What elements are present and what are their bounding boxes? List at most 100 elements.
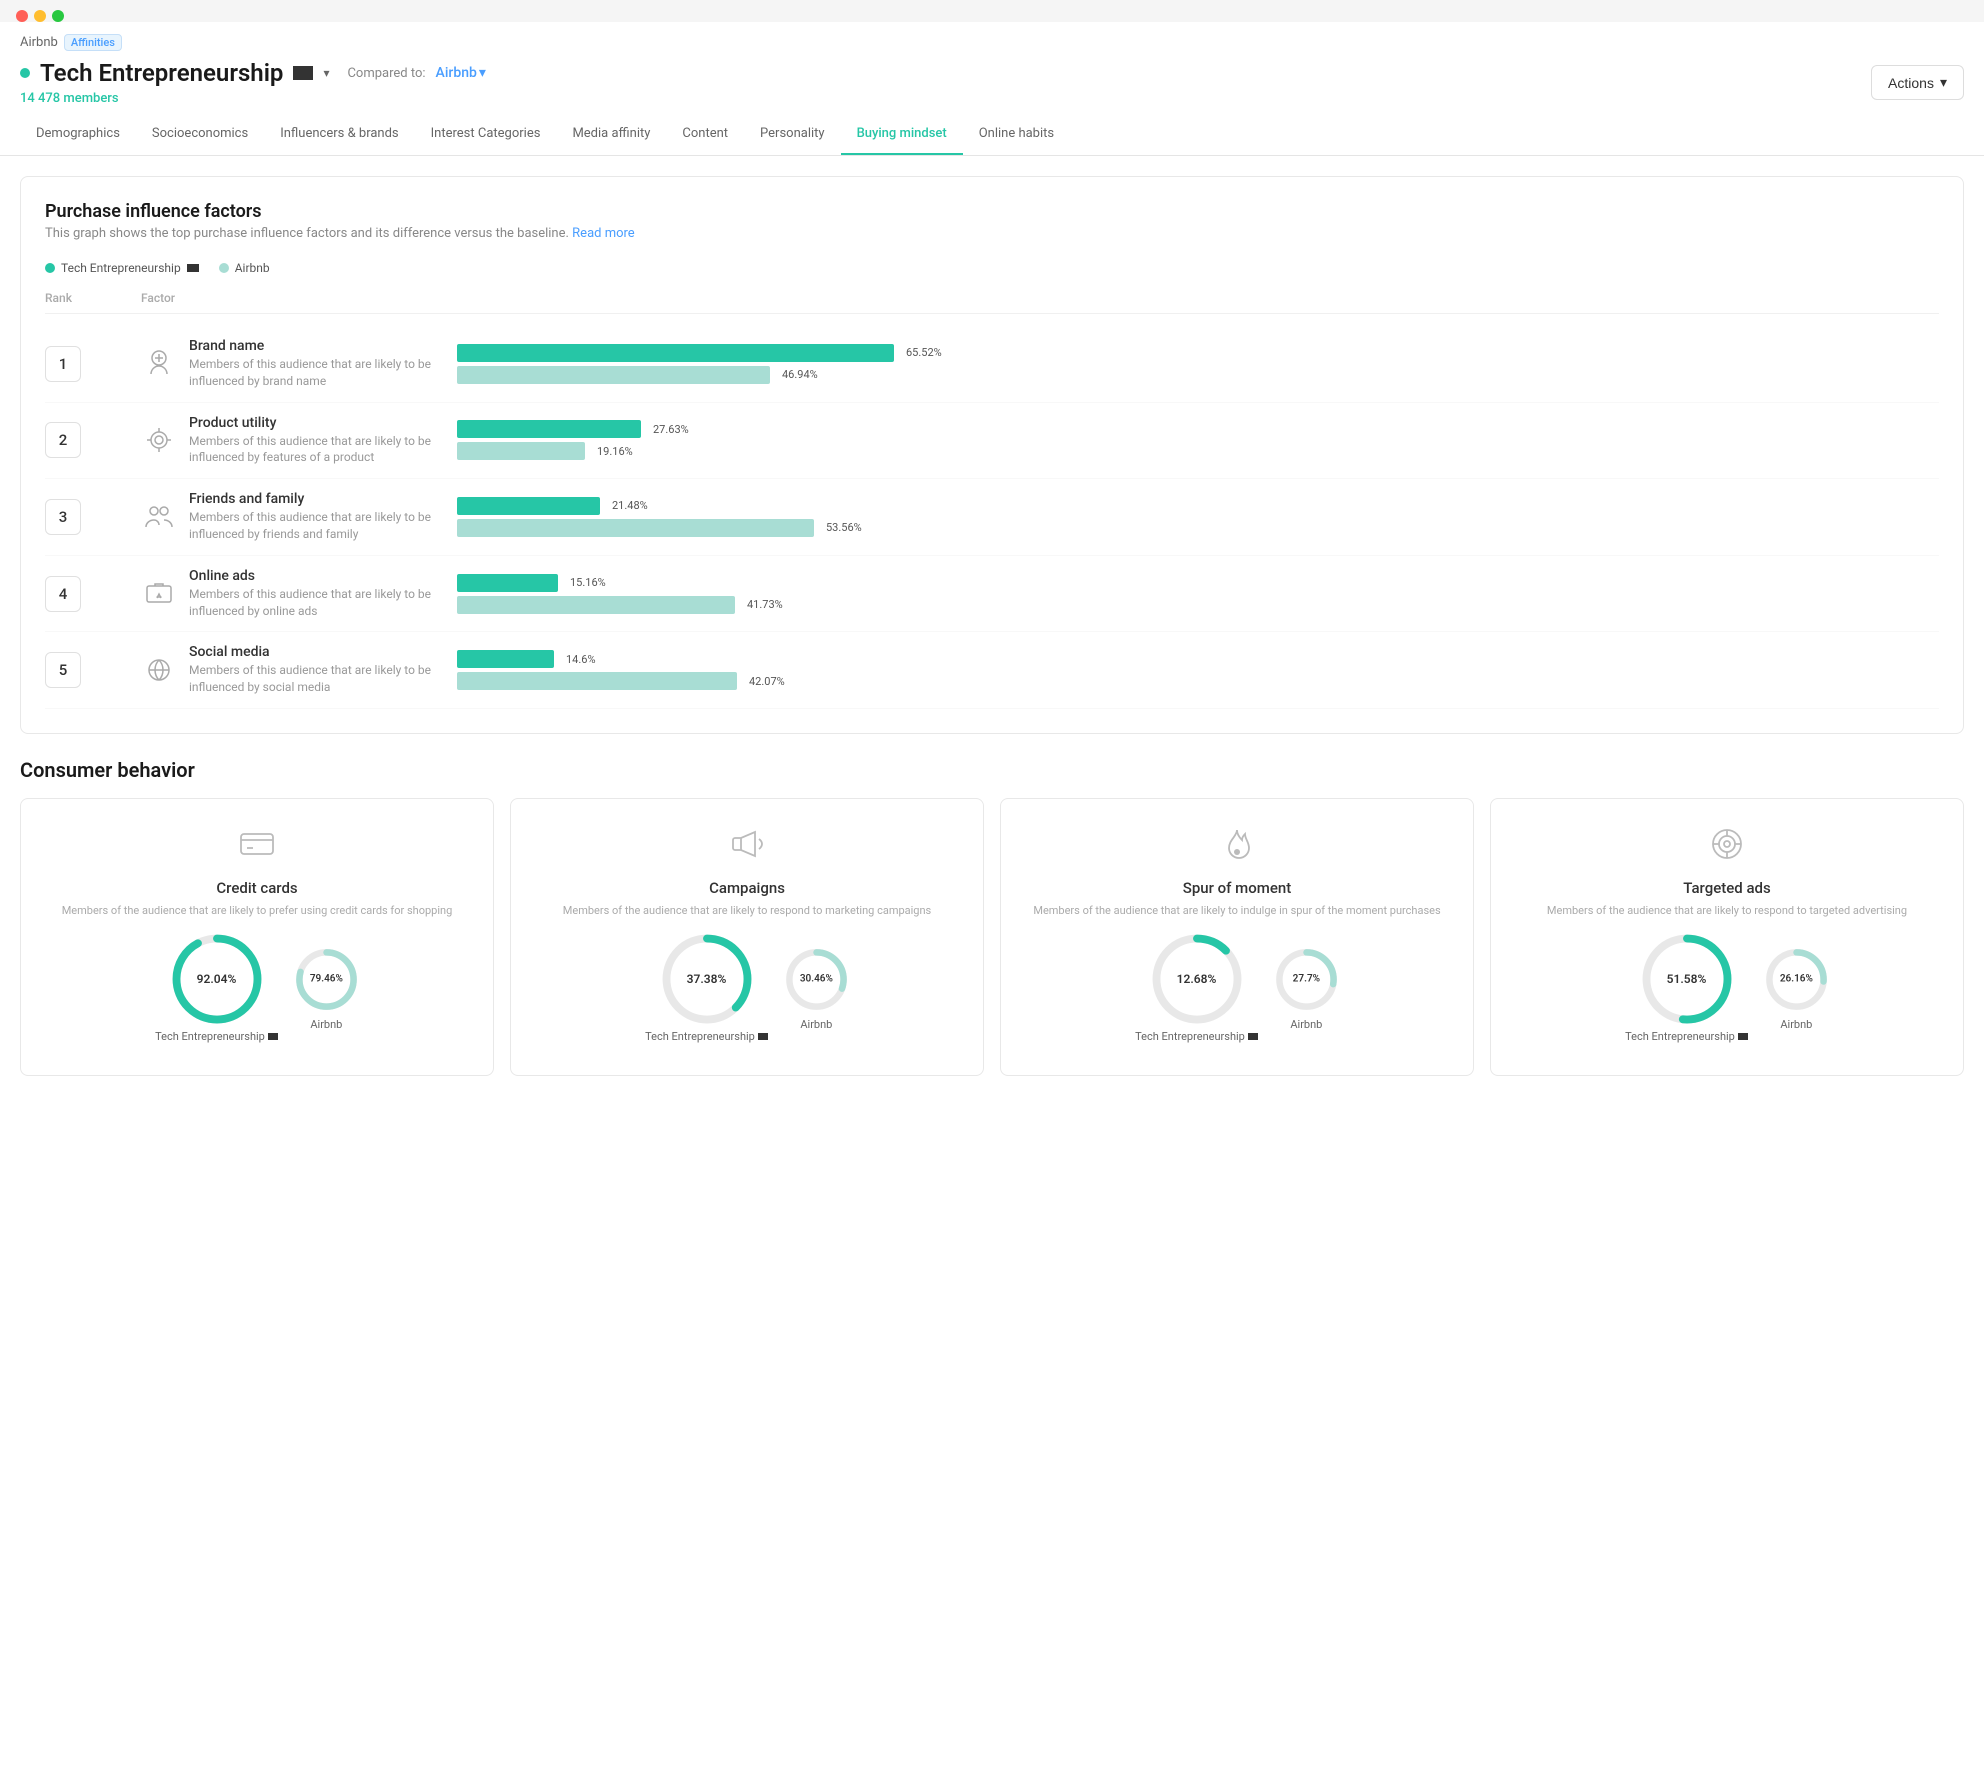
minimize-button[interactable] [34,10,46,22]
bar-row-teal-4: 15.16% [457,574,1939,592]
bar-light-4 [457,596,735,614]
consumer-desc-targeted_ads: Members of the audience that are likely … [1547,903,1907,918]
bar-light-label-2: 19.16% [597,445,633,458]
legend-airbnb-label: Airbnb [235,261,270,275]
main-donut-text-targeted_ads: Tech Entrepreneurship [1625,1030,1748,1043]
tab-influencers[interactable]: Influencers & brands [264,114,414,155]
tab-online-habits[interactable]: Online habits [963,114,1070,155]
legend-light-dot [219,263,229,273]
consumer-behavior-title: Consumer behavior [20,758,1964,782]
bar-row-light-1: 46.94% [457,366,1939,384]
bar-teal-2 [457,420,641,438]
factor-name-4: Online ads [189,568,441,584]
chart-legend: Tech Entrepreneurship Airbnb [45,261,1939,275]
factor-row-3: 3 Friends and family Members of this aud… [45,479,1939,556]
donuts-row-spur_of_moment: 12.68% Tech Entrepreneurship 27.7% Airbn… [1135,934,1339,1043]
factor-name-5: Social media [189,644,441,660]
consumer-name-campaigns: Campaigns [709,879,785,897]
factor-info-1: Brand name Members of this audience that… [141,338,441,390]
title-dropdown[interactable]: ▾ [323,66,329,80]
read-more-link[interactable]: Read more [572,226,635,241]
factor-desc-5: Members of this audience that are likely… [189,662,441,696]
legend-tech-icon [187,264,199,272]
close-button[interactable] [16,10,28,22]
bars-container-2: 27.63% 19.16% [457,420,1939,460]
factor-info-5: Social media Members of this audience th… [141,644,441,696]
nav-tabs: Demographics Socioeconomics Influencers … [0,114,1984,156]
tab-personality[interactable]: Personality [744,114,841,155]
maximize-button[interactable] [52,10,64,22]
main-donut-text-spur_of_moment: Tech Entrepreneurship [1135,1030,1258,1043]
rank-cell: 3 [45,499,125,535]
bar-light-1 [457,366,770,384]
actions-dropdown-icon: ▾ [1940,74,1947,91]
consumer-card-targeted_ads: Targeted ads Members of the audience tha… [1490,798,1964,1076]
factor-text-1: Brand name Members of this audience that… [189,338,441,390]
legend-airbnb: Airbnb [219,261,270,275]
tab-socioeconomics[interactable]: Socioeconomics [136,114,264,155]
sec-donut-campaigns: 30.46% [784,947,849,1012]
bar-row-teal-3: 21.48% [457,497,1939,515]
tab-buying-mindset[interactable]: Buying mindset [841,114,963,155]
consumer-desc-credit_cards: Members of the audience that are likely … [62,903,453,918]
bar-teal-4 [457,574,558,592]
main-donut-wrap-targeted_ads: 51.58% Tech Entrepreneurship [1625,934,1748,1043]
main-donut-campaigns: 37.38% [662,934,752,1024]
bars-container-5: 14.6% 42.07% [457,650,1939,690]
factor-text-3: Friends and family Members of this audie… [189,491,441,543]
factor-info-2: Product utility Members of this audience… [141,415,441,467]
factor-row-1: 1 Brand name Members of this audience th… [45,326,1939,403]
bar-light-2 [457,442,585,460]
bar-row-light-3: 53.56% [457,519,1939,537]
factor-name-2: Product utility [189,415,441,431]
rank-cell: 2 [45,422,125,458]
main-donut-wrap-spur_of_moment: 12.68% Tech Entrepreneurship [1135,934,1258,1043]
purchase-desc: This graph shows the top purchase influe… [45,226,1939,241]
tab-demographics[interactable]: Demographics [20,114,136,155]
consumer-name-credit_cards: Credit cards [216,879,297,897]
compared-to-value[interactable]: Airbnb ▾ [436,65,486,81]
factor-desc-1: Members of this audience that are likely… [189,356,441,390]
actions-button[interactable]: Actions ▾ [1871,65,1964,100]
title-row: Tech Entrepreneurship ▾ Compared to: Air… [20,59,486,87]
page-header: Tech Entrepreneurship ▾ Compared to: Air… [0,55,1984,114]
factor-col-header: Factor [141,291,441,305]
main-content: Purchase influence factors This graph sh… [0,156,1984,1096]
chart-col-header [457,291,1939,305]
sec-donut-text-spur_of_moment: Airbnb [1290,1018,1322,1031]
factor-row-5: 5 Social media Members of this audience … [45,632,1939,709]
factor-text-5: Social media Members of this audience th… [189,644,441,696]
bars-container-3: 21.48% 53.56% [457,497,1939,537]
sec-donut-text-campaigns: Airbnb [800,1018,832,1031]
donuts-row-targeted_ads: 51.58% Tech Entrepreneurship 26.16% Airb… [1625,934,1829,1043]
rank-badge-1: 1 [45,346,81,382]
consumer-grid: Credit cards Members of the audience tha… [20,798,1964,1076]
tab-interest[interactable]: Interest Categories [415,114,557,155]
factor-icon-social [141,650,177,690]
tab-content[interactable]: Content [666,114,744,155]
breadcrumb-parent[interactable]: Airbnb [20,35,58,50]
compared-to-label: Compared to: [347,66,425,81]
donut-icon-targeted_ads [1738,1033,1748,1040]
donut-icon-spur_of_moment [1248,1033,1258,1040]
bar-row-light-4: 41.73% [457,596,1939,614]
affinities-badge[interactable]: Affinities [64,34,122,51]
sec-donut-text-credit_cards: Airbnb [310,1018,342,1031]
consumer-icon-credit_cards [232,819,282,869]
sec-donut-wrap-campaigns: 30.46% Airbnb [784,947,849,1031]
factor-icon-brand [141,344,177,384]
legend-tech-label: Tech Entrepreneurship [61,261,181,275]
bar-light-5 [457,672,737,690]
consumer-desc-spur_of_moment: Members of the audience that are likely … [1033,903,1440,918]
factor-info-4: Online ads Members of this audience that… [141,568,441,620]
tab-media[interactable]: Media affinity [556,114,666,155]
main-donut-wrap-campaigns: 37.38% Tech Entrepreneurship [645,934,768,1043]
consumer-card-spur_of_moment: Spur of moment Members of the audience t… [1000,798,1474,1076]
main-donut-text-credit_cards: Tech Entrepreneurship [155,1030,278,1043]
audience-icon [293,66,313,80]
page-title: Tech Entrepreneurship [40,59,283,87]
donuts-row-credit_cards: 92.04% Tech Entrepreneurship 79.46% Airb… [155,934,359,1043]
bar-row-light-5: 42.07% [457,672,1939,690]
bar-teal-label-1: 65.52% [906,346,942,359]
consumer-name-spur_of_moment: Spur of moment [1183,879,1291,897]
